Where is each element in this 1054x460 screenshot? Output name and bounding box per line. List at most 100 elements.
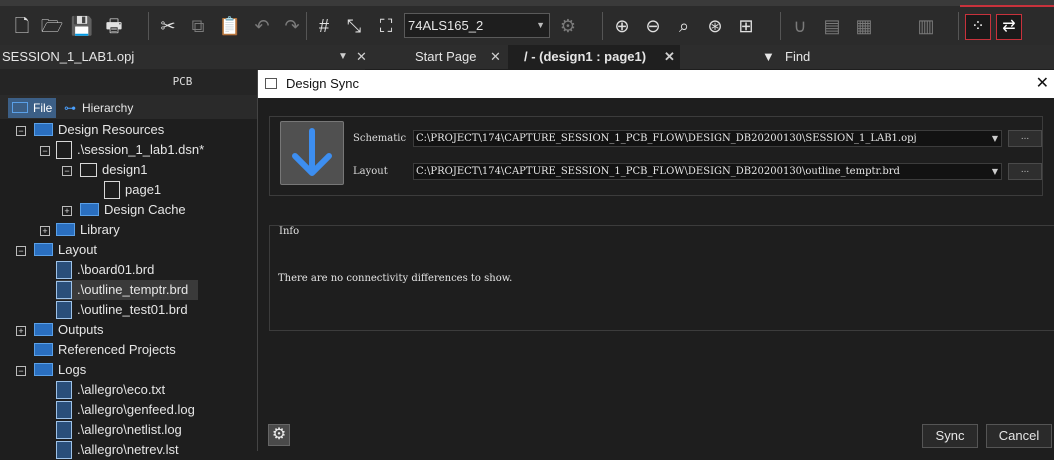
tree-node-page1[interactable]: page1 [104,180,161,200]
part-combo[interactable]: 74ALS165_2 ▼ [404,13,550,38]
separator [306,12,307,40]
tab-hierarchy[interactable]: ⊶ Hierarchy [64,98,133,118]
tree-node-label: Outputs [58,322,104,337]
chevron-down-icon: ▼ [991,134,998,143]
expand-icon[interactable]: + [16,326,26,336]
magnet-icon[interactable]: ∪ [788,14,812,38]
tree-node-label: .\allegro\netrev.lst [77,442,179,457]
close-icon[interactable]: ✕ [490,45,501,69]
fit-icon[interactable]: ⛶ [374,14,398,38]
zoom-out-icon[interactable]: ⊖ [641,14,665,38]
table-icon[interactable]: ▥ [914,14,938,38]
zoom-area-icon[interactable]: ⌕ [672,14,696,38]
panel-subtabs: File ⊶ Hierarchy [0,95,260,119]
open-folder-icon[interactable]: 🗁 [40,14,64,38]
undo-icon[interactable]: ↶ [250,14,274,38]
layout-browse-button[interactable]: ... [1008,163,1042,180]
collapse-icon[interactable]: − [40,146,50,156]
schematic-path-select[interactable]: C:\PROJECT\174\CAPTURE_SESSION_1_PCB_FLO… [413,130,1002,147]
tree-node-board01[interactable]: .\board01.brd [56,260,154,280]
save-icon[interactable]: 💾 [70,14,94,38]
cut-icon[interactable]: ✂ [156,14,180,38]
main-toolbar: 🗋 🗁 💾 🖶 ✂ ⧉ 📋 ↶ ↷ # ⤡ ⛶ 74ALS165_2 ▼ ⚙ ⊕… [0,0,1054,45]
info-title: Info [279,226,300,237]
tree-node-netlist[interactable]: .\allegro\netlist.log [56,420,182,440]
tab-find[interactable]: Find [785,45,1045,69]
arrow-down-icon [292,128,332,176]
folder-icon [34,323,53,337]
info-message: There are no connectivity differences to… [278,273,513,284]
tree-node-outline-temptr[interactable]: .\outline_temptr.brd [56,280,198,300]
collapse-icon[interactable]: − [16,366,26,376]
window-icon [265,78,277,89]
folder-icon [80,203,99,217]
tree-node-referenced-projects[interactable]: Referenced Projects [34,340,176,360]
tree-node-label: .\allegro\genfeed.log [77,402,195,417]
collapse-icon[interactable]: − [16,246,26,256]
select-grid-icon[interactable]: # [312,14,336,38]
log-file-icon [56,420,72,439]
tree-node-label: design1 [102,162,148,177]
align-icon[interactable]: ⊞ [734,14,758,38]
separator [958,12,959,40]
tree-node-outline-test01[interactable]: .\outline_test01.brd [56,300,188,320]
place-icon[interactable]: ▦ [852,14,876,38]
folder-icon [12,102,28,114]
expand-icon[interactable]: + [62,206,72,216]
tree-node-library[interactable]: Library [56,220,120,240]
tree-node-logs[interactable]: Logs [34,360,86,380]
tree-node-outputs[interactable]: Outputs [34,320,104,340]
collapse-icon[interactable]: − [16,126,26,136]
redo-icon[interactable]: ↷ [280,14,304,38]
tab-session-file[interactable]: SESSION_1_LAB1.opj ▼ ✕ [2,45,372,69]
move-icon[interactable]: ⤡ [342,14,366,38]
tab-design-page[interactable]: / - (design1 : page1) ✕ [508,45,680,69]
sync-button[interactable]: Sync [922,424,978,448]
print-icon[interactable]: 🖶 [102,14,126,38]
net-swap-icon[interactable]: ⇄ [996,14,1022,40]
tree-node-design1[interactable]: design1 [80,160,148,180]
tree-node-label: .\allegro\netlist.log [77,422,182,437]
chevron-down-icon[interactable]: ▼ [338,45,348,69]
tree-node-eco[interactable]: .\allegro\eco.txt [56,380,165,400]
chevron-down-icon[interactable]: ▼ [762,45,775,69]
layout-path-select[interactable]: C:\PROJECT\174\CAPTURE_SESSION_1_PCB_FLO… [413,163,1002,180]
tree-node-netrev[interactable]: .\allegro\netrev.lst [56,440,179,460]
separator [780,12,781,40]
tab-file[interactable]: File [8,98,57,118]
dialog-titlebar: Design Sync ✕ [258,70,1054,98]
zoom-all-icon[interactable]: ⊛ [703,14,727,38]
separator [148,12,149,40]
settings-gear-icon[interactable]: ⚙ [268,424,290,446]
cancel-button[interactable]: Cancel [986,424,1052,448]
tree-node-layout[interactable]: Layout [34,240,97,260]
sync-direction-button[interactable] [280,121,344,185]
schematic-file-icon [56,140,72,159]
tree-node-design-cache[interactable]: Design Cache [80,200,186,220]
pcb-icon[interactable]: ▤ [820,14,844,38]
schematic-browse-button[interactable]: ... [1008,130,1042,147]
tab-label: SESSION_1_LAB1.opj [2,49,135,64]
close-icon[interactable]: ✕ [664,45,675,69]
new-file-icon[interactable]: 🗋 [10,14,34,38]
schematic-label: Schematic [353,133,407,144]
log-file-icon [56,440,72,459]
paste-icon[interactable]: 📋 [218,14,242,38]
tree-node-label: page1 [125,182,162,197]
expand-icon[interactable]: + [40,226,50,236]
copy-icon[interactable]: ⧉ [186,14,210,38]
log-file-icon [56,380,72,399]
tab-start-page[interactable]: Start Page ✕ [415,45,507,69]
close-icon[interactable]: ✕ [1036,70,1049,98]
layout-label: Layout [353,166,388,177]
tree-node-design-resources[interactable]: Design Resources [34,120,164,140]
collapse-icon[interactable]: − [62,166,72,176]
tree-node-genfeed[interactable]: .\allegro\genfeed.log [56,400,195,420]
tree-node-label: Referenced Projects [58,342,176,357]
folder-icon [34,243,53,257]
zoom-in-icon[interactable]: ⊕ [610,14,634,38]
net-highlight-icon[interactable]: ⁘ [965,14,991,40]
tree-node-dsn[interactable]: .\session_1_lab1.dsn* [56,140,204,160]
close-icon[interactable]: ✕ [356,45,367,69]
component-icon[interactable]: ⚙ [556,14,580,38]
